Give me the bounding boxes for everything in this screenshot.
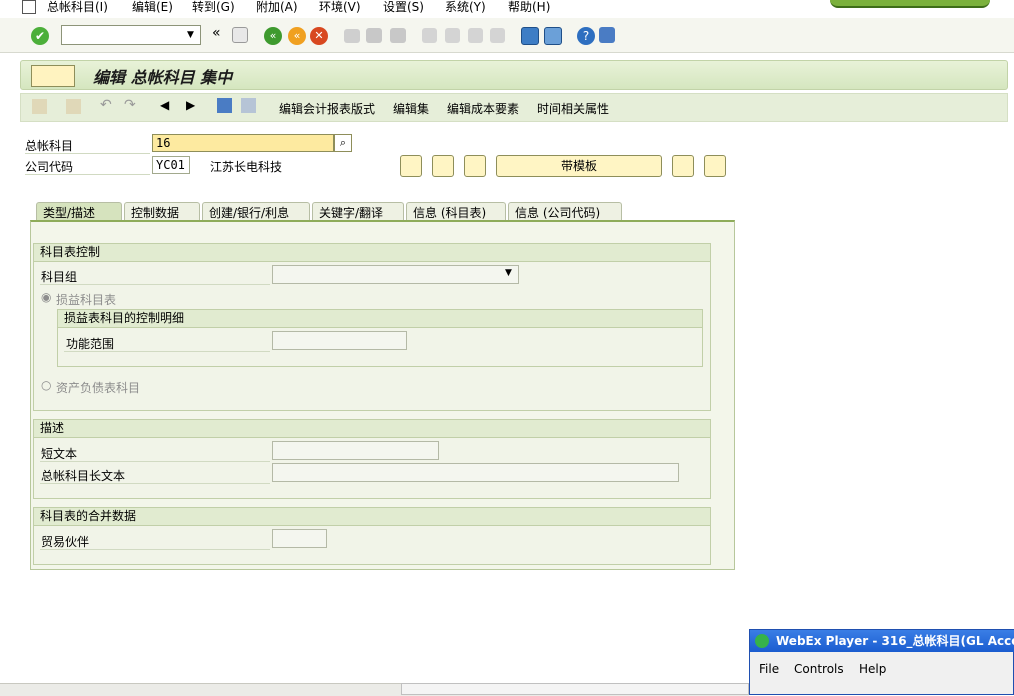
shortcut-icon[interactable]: [544, 27, 562, 45]
tab-type-description[interactable]: 类型/描述: [36, 202, 122, 220]
consolidation-group: 科目表的合并数据: [33, 507, 711, 565]
long-text-input[interactable]: [272, 463, 679, 482]
menu-gl-account[interactable]: 总帐科目(I): [47, 0, 108, 15]
tab-keyword-translation[interactable]: 关键字/翻译: [312, 202, 404, 220]
help-icon[interactable]: ?: [577, 27, 595, 45]
description-title: 描述: [34, 420, 710, 438]
next-icon[interactable]: ▶: [186, 98, 195, 112]
copy-icon[interactable]: [32, 99, 47, 114]
create-session-icon[interactable]: [521, 27, 539, 45]
next-page-icon[interactable]: [468, 28, 483, 43]
filter-icon[interactable]: [217, 98, 232, 113]
tab-info-company-code[interactable]: 信息 (公司代码): [508, 202, 622, 220]
display-change-icon[interactable]: [400, 155, 422, 177]
webex-menu-controls[interactable]: Controls: [794, 662, 844, 676]
back-icon[interactable]: «: [264, 27, 282, 45]
bs-radio-icon[interactable]: ○: [41, 378, 51, 392]
balance-sheet-label: 资产负债表科目: [56, 381, 141, 395]
cancel-icon[interactable]: ✕: [310, 27, 328, 45]
paste-icon[interactable]: [66, 99, 81, 114]
sap-logo: [830, 0, 990, 8]
tab-control-data[interactable]: 控制数据: [124, 202, 200, 220]
menu-edit[interactable]: 编辑(E): [132, 0, 173, 15]
consolidation-title: 科目表的合并数据: [34, 508, 710, 526]
chevron-down-icon[interactable]: ▼: [505, 268, 512, 278]
gl-account-input[interactable]: 16: [152, 134, 334, 152]
menu-settings[interactable]: 设置(S): [383, 0, 424, 15]
company-code-input[interactable]: YC01: [152, 156, 190, 174]
account-group-select[interactable]: [272, 265, 519, 284]
command-dropdown-icon[interactable]: ▼: [187, 30, 194, 40]
where-used-icon[interactable]: [241, 98, 256, 113]
company-code-label: 公司代码: [25, 160, 74, 174]
edit-set-button[interactable]: 编辑集: [393, 100, 429, 117]
gl-account-label: 总帐科目: [25, 139, 74, 153]
functional-area-label: 功能范围: [66, 337, 115, 351]
pl-detail-title: 损益表科目的控制明细: [58, 310, 702, 328]
functional-area-input[interactable]: [272, 331, 407, 350]
with-template-button[interactable]: 带模板: [496, 155, 662, 177]
menu-goto[interactable]: 转到(G): [192, 0, 235, 15]
account-group-label: 科目组: [41, 270, 78, 284]
webex-menu-file[interactable]: File: [759, 662, 779, 676]
lock-icon[interactable]: [672, 155, 694, 177]
pl-radio-icon[interactable]: ◉: [41, 290, 51, 304]
pl-statement-label: 损益科目表: [56, 293, 117, 307]
print-icon[interactable]: [344, 29, 360, 43]
undo-icon[interactable]: ↶: [100, 97, 112, 113]
edit-pencil-icon[interactable]: [432, 155, 454, 177]
edit-fs-version-button[interactable]: 编辑会计报表版式: [279, 100, 375, 117]
prev-page-icon[interactable]: [445, 28, 460, 43]
title-logo-icon: [31, 65, 75, 87]
company-name: 江苏长电科技: [210, 160, 283, 174]
customize-layout-icon[interactable]: [599, 27, 615, 43]
delete-trash-icon[interactable]: [704, 155, 726, 177]
tab-info-coa[interactable]: 信息 (科目表): [406, 202, 506, 220]
trading-partner-input[interactable]: [272, 529, 327, 548]
last-page-icon[interactable]: [490, 28, 505, 43]
menu-environment[interactable]: 环境(V): [319, 0, 361, 15]
long-text-label: 总帐科目长文本: [41, 469, 126, 483]
edit-cost-element-button[interactable]: 编辑成本要素: [447, 100, 519, 117]
collapse-icon[interactable]: «: [212, 25, 221, 41]
short-text-input[interactable]: [272, 441, 439, 460]
first-page-icon[interactable]: [422, 28, 437, 43]
enter-icon[interactable]: ✔: [31, 27, 49, 45]
previous-icon[interactable]: ◀: [160, 98, 169, 112]
search-icon[interactable]: ⌕: [334, 134, 352, 152]
webex-logo-icon: [755, 634, 769, 648]
redo-icon[interactable]: ↷: [124, 97, 136, 113]
menu-help[interactable]: 帮助(H): [508, 0, 550, 15]
trading-partner-label: 贸易伙伴: [41, 535, 90, 549]
webex-menu-help[interactable]: Help: [859, 662, 886, 676]
menu-extras[interactable]: 附加(A): [256, 0, 298, 15]
time-dependent-attributes-button[interactable]: 时间相关属性: [537, 100, 609, 117]
command-field[interactable]: [61, 25, 201, 45]
menu-icon[interactable]: [22, 0, 36, 14]
tab-create-bank-interest[interactable]: 创建/银行/利息: [202, 202, 310, 220]
horizontal-scrollbar[interactable]: [401, 683, 749, 695]
webex-title: WebEx Player - 316_总帐科目(GL Account: [750, 630, 1014, 652]
with-template-label: 带模板: [560, 159, 597, 173]
find-icon[interactable]: [366, 28, 382, 43]
short-text-label: 短文本: [41, 447, 78, 461]
create-document-icon[interactable]: [464, 155, 486, 177]
find-next-icon[interactable]: [390, 28, 406, 43]
menu-system[interactable]: 系统(Y): [445, 0, 486, 15]
page-title: 编辑 总帐科目 集中: [93, 68, 233, 87]
save-icon[interactable]: [232, 27, 248, 43]
coa-control-title: 科目表控制: [34, 244, 710, 262]
exit-icon[interactable]: «: [288, 27, 306, 45]
